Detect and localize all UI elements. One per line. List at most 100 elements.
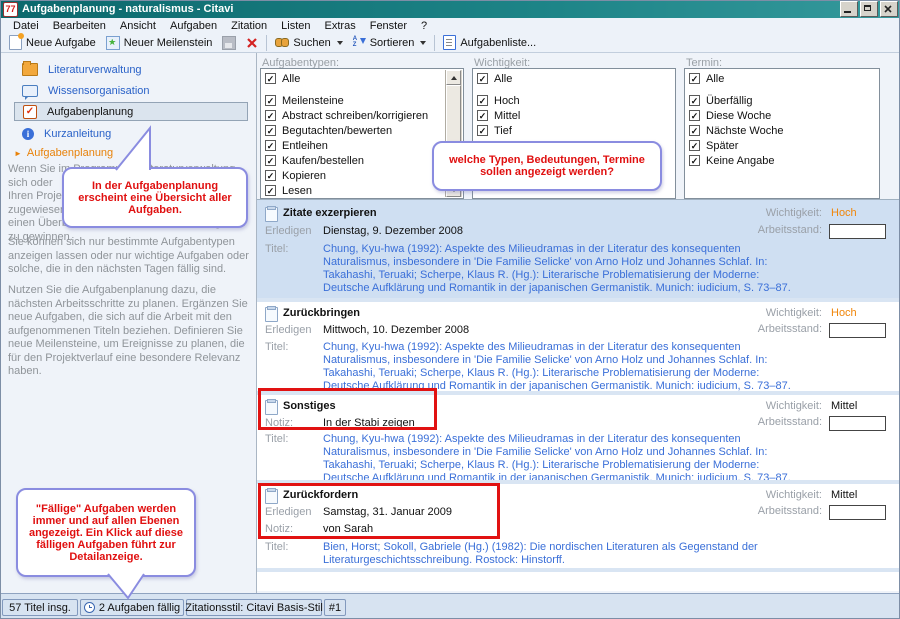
- checkbox-checked-icon[interactable]: [689, 95, 700, 106]
- filter-option-diese-woche[interactable]: Diese Woche: [685, 108, 879, 123]
- reference-link[interactable]: Chung, Kyu-hwa (1992): Aspekte des Milie…: [323, 341, 791, 393]
- progress-field[interactable]: [829, 505, 886, 520]
- filter-option-hoch[interactable]: Hoch: [473, 93, 675, 108]
- filter-option-spaeter[interactable]: Später: [685, 138, 879, 153]
- status-project-number[interactable]: #1: [324, 599, 346, 616]
- progress-label: Arbeitsstand:: [740, 505, 822, 517]
- menu-ansicht[interactable]: Ansicht: [113, 19, 163, 33]
- due-label: Erledigen: [265, 225, 311, 237]
- search-button[interactable]: Suchen: [270, 36, 347, 50]
- filter-option-abstract[interactable]: Abstract schreiben/korrigieren: [261, 108, 463, 123]
- checkbox-checked-icon[interactable]: [689, 73, 700, 84]
- importance-value: Mittel: [831, 489, 857, 501]
- checkbox-checked-icon[interactable]: [477, 110, 488, 121]
- scroll-up-button[interactable]: [446, 70, 461, 85]
- checkbox-checked-icon[interactable]: [265, 185, 276, 196]
- checkbox-checked-icon[interactable]: [265, 125, 276, 136]
- reference-line: Takahashi, Teruaki; Scherpe, Klaus R. (H…: [323, 367, 791, 380]
- checkbox-checked-icon[interactable]: [689, 140, 700, 151]
- new-task-button[interactable]: Neue Aufgabe: [4, 34, 101, 51]
- menu-bearbeiten[interactable]: Bearbeiten: [46, 19, 113, 33]
- minimize-icon: [844, 11, 851, 13]
- option-label: Begutachten/bewerten: [282, 125, 392, 137]
- menu-listen[interactable]: Listen: [274, 19, 317, 33]
- checkbox-checked-icon[interactable]: [477, 125, 488, 136]
- filter-option-naechste-woche[interactable]: Nächste Woche: [685, 123, 879, 138]
- checkbox-checked-icon[interactable]: [689, 155, 700, 166]
- reference-line: Takahashi, Teruaki; Scherpe, Klaus R. (H…: [323, 269, 791, 282]
- sidebar-item-aufgabenplanung[interactable]: ✓ Aufgabenplanung: [14, 102, 248, 121]
- speech-bubble-icon: [22, 85, 38, 97]
- option-label: Kaufen/bestellen: [282, 155, 364, 167]
- filter-option-mittel[interactable]: Mittel: [473, 108, 675, 123]
- menu-zitation[interactable]: Zitation: [224, 19, 274, 33]
- filter-option-alle[interactable]: Alle: [685, 71, 879, 86]
- filter-option-alle[interactable]: Alle: [473, 71, 675, 86]
- progress-field[interactable]: [829, 224, 886, 239]
- callout-overview-annotation: In der Aufgabenplanung erscheint eine Üb…: [62, 167, 248, 228]
- importance-label: Wichtigkeit:: [740, 489, 822, 501]
- importance-value: Hoch: [831, 207, 857, 219]
- sort-button[interactable]: AZ Sortieren: [348, 35, 432, 50]
- info-icon: i: [22, 128, 34, 140]
- checkbox-checked-icon[interactable]: [477, 73, 488, 84]
- progress-field[interactable]: [829, 323, 886, 338]
- checkbox-checked-icon[interactable]: [689, 125, 700, 136]
- status-titles-count[interactable]: 57 Titel insg.: [2, 599, 78, 616]
- title-bar: 77 Aufgabenplanung - naturalismus - Cita…: [0, 0, 900, 18]
- checkbox-checked-icon[interactable]: [689, 110, 700, 121]
- checkbox-checked-icon[interactable]: [265, 110, 276, 121]
- menu-datei[interactable]: Datei: [6, 19, 46, 33]
- task-title[interactable]: Zurückbringen: [283, 307, 360, 319]
- reference-link[interactable]: Chung, Kyu-hwa (1992): Aspekte des Milie…: [323, 243, 791, 295]
- task-item-zurueckbringen[interactable]: Zurückbringen Wichtigkeit: Hoch Erledige…: [257, 302, 900, 391]
- save-button[interactable]: [217, 35, 241, 51]
- option-label: Kopieren: [282, 170, 326, 182]
- filter-option-keine-angabe[interactable]: Keine Angabe: [685, 153, 879, 168]
- filter-option-begutachten[interactable]: Begutachten/bewerten: [261, 123, 463, 138]
- menu-fenster[interactable]: Fenster: [363, 19, 414, 33]
- checkbox-checked-icon[interactable]: [265, 95, 276, 106]
- close-button[interactable]: [880, 1, 898, 17]
- clock-icon: [84, 602, 95, 613]
- toolbar-separator: [266, 35, 267, 51]
- task-list-button[interactable]: Aufgabenliste...: [438, 34, 541, 51]
- task-title[interactable]: Zitate exzerpieren: [283, 207, 377, 219]
- task-list-label: Aufgabenliste...: [460, 37, 536, 49]
- checkbox-checked-icon[interactable]: [265, 73, 276, 84]
- option-label: Alle: [706, 73, 724, 85]
- new-milestone-button[interactable]: Neuer Meilenstein: [101, 35, 218, 51]
- delete-button[interactable]: [241, 36, 263, 50]
- sidebar-paragraph-2: Sie können sich nur bestimmte Aufgabenty…: [8, 236, 250, 277]
- sidebar-item-label: Literaturverwaltung: [48, 64, 142, 76]
- progress-field[interactable]: [829, 416, 886, 431]
- sidebar-item-literaturverwaltung[interactable]: Literaturverwaltung: [14, 60, 248, 79]
- status-citation-style[interactable]: Zitationsstil: Citavi Basis-Stil: [186, 599, 322, 616]
- maximize-button[interactable]: [860, 1, 878, 17]
- status-label: Zitationsstil: Citavi Basis-Stil: [185, 602, 323, 614]
- chevron-down-icon: [420, 41, 426, 45]
- reference-link[interactable]: Chung, Kyu-hwa (1992): Aspekte des Milie…: [323, 433, 791, 485]
- status-due-tasks[interactable]: 2 Aufgaben fällig: [80, 599, 184, 616]
- new-task-icon: [9, 35, 22, 50]
- menu-extras[interactable]: Extras: [318, 19, 363, 33]
- filter-due-listbox[interactable]: Alle Überfällig Diese Woche Nächste Woch…: [684, 68, 880, 199]
- filter-option-ueberfaellig[interactable]: Überfällig: [685, 93, 879, 108]
- checkbox-checked-icon[interactable]: [265, 155, 276, 166]
- task-separator: [257, 568, 900, 572]
- menu-aufgaben[interactable]: Aufgaben: [163, 19, 224, 33]
- checkbox-checked-icon[interactable]: [265, 170, 276, 181]
- filter-option-meilensteine[interactable]: Meilensteine: [261, 93, 463, 108]
- minimize-button[interactable]: [840, 1, 858, 17]
- checkbox-checked-icon[interactable]: [477, 95, 488, 106]
- citavi-logo-icon: 77: [3, 2, 18, 17]
- checkbox-checked-icon[interactable]: [265, 140, 276, 151]
- sidebar-item-wissensorganisation[interactable]: Wissensorganisation: [14, 81, 248, 100]
- reference-line: Bien, Horst; Sokoll, Gabriele (Hg.) (198…: [323, 541, 758, 554]
- due-value: Mittwoch, 10. Dezember 2008: [323, 324, 469, 336]
- filter-option-alle[interactable]: Alle: [261, 71, 463, 86]
- filter-option-tief[interactable]: Tief: [473, 123, 675, 138]
- menu-hilfe[interactable]: ?: [414, 19, 434, 33]
- reference-link[interactable]: Bien, Horst; Sokoll, Gabriele (Hg.) (198…: [323, 541, 758, 567]
- task-item-zitate-exzerpieren[interactable]: Zitate exzerpieren Wichtigkeit: Hoch Erl…: [257, 200, 900, 298]
